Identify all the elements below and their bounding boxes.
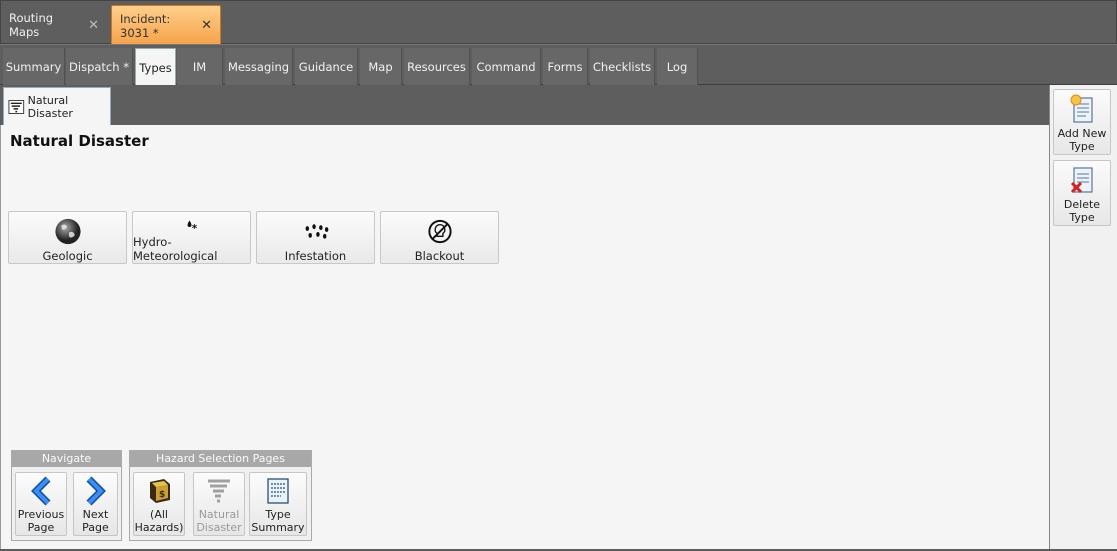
type-button-label: Hydro-Meteorological (133, 235, 218, 263)
delete-type-label-2: Type (1069, 211, 1095, 224)
navigate-group: Navigate Previous Page Next Page (11, 450, 122, 541)
close-icon[interactable]: ✕ (88, 18, 99, 33)
all-hazards-button[interactable]: $ (All Hazards) (133, 472, 185, 536)
tab-messaging[interactable]: Messaging (225, 48, 293, 86)
doc-tab-incident[interactable]: Incident: 3031 * ✕ (111, 5, 221, 45)
natural-disaster-label-1: Natural (198, 508, 240, 521)
hazard-selection-header: Hazard Selection Pages (130, 451, 311, 467)
sub-tab-natural-disaster[interactable]: Natural Disaster (3, 87, 111, 125)
tab-map[interactable]: Map (360, 48, 402, 86)
summary-document-icon (267, 478, 289, 504)
tab-summary[interactable]: Summary (3, 48, 65, 86)
doc-tab-routing-maps[interactable]: Routing Maps ✕ (1, 5, 107, 45)
add-new-type-button[interactable]: Add New Type (1053, 89, 1111, 155)
close-icon[interactable]: ✕ (201, 18, 212, 33)
doc-tab-label: Routing Maps (9, 11, 54, 39)
type-button-label: Geologic (42, 249, 93, 263)
type-button-geologic[interactable]: Geologic (8, 211, 127, 264)
tab-resources[interactable]: Resources (404, 48, 470, 86)
drop-snow-icon (187, 220, 197, 229)
tab-dispatch[interactable]: Dispatch * (66, 48, 133, 86)
all-hazards-label-2: Hazards) (134, 521, 184, 534)
type-button-blackout[interactable]: Blackout (380, 211, 499, 264)
arrow-right-icon (86, 476, 106, 506)
main-content: Natural Disaster Geologic Hydro-Meteorol… (0, 125, 1049, 549)
type-summary-label-2: Summary (251, 521, 305, 534)
add-document-icon (1070, 94, 1093, 123)
type-button-label: Blackout (414, 249, 465, 263)
globe-icon (54, 218, 81, 245)
section-tab-bar: Summary Dispatch * Types IM Messaging Gu… (0, 44, 1117, 86)
next-page-button[interactable]: Next Page (73, 472, 118, 536)
sub-tab-label: Natural Disaster (27, 93, 73, 120)
doc-tab-label: Incident: 3031 * (120, 11, 171, 40)
insects-icon (305, 224, 328, 239)
tornado-icon (208, 479, 230, 503)
side-panel: Add New Type Delete Type (1049, 85, 1117, 549)
add-new-type-label-1: Add New (1057, 127, 1107, 140)
type-summary-button[interactable]: Type Summary (249, 472, 307, 536)
all-hazards-label-1: (All (150, 508, 168, 521)
tab-log[interactable]: Log (657, 48, 698, 86)
add-new-type-label-2: Type (1069, 140, 1095, 153)
tab-forms[interactable]: Forms (543, 48, 588, 86)
document-tab-bar: Routing Maps ✕ Incident: 3031 * ✕ (0, 0, 1117, 45)
delete-type-button[interactable]: Delete Type (1053, 160, 1111, 226)
svg-text:$: $ (159, 490, 165, 500)
delete-type-label-1: Delete (1063, 198, 1101, 211)
book-icon: $ (150, 479, 170, 503)
tab-command[interactable]: Command (472, 48, 541, 86)
previous-page-label-2: Page (27, 521, 55, 534)
type-summary-label-1: Type (265, 508, 291, 521)
natural-disaster-page-button: Natural Disaster (193, 472, 245, 536)
natural-disaster-label-2: Disaster (196, 521, 242, 534)
type-button-hydro-meteorological[interactable]: Hydro-Meteorological (132, 211, 251, 264)
tornado-icon (8, 99, 25, 114)
previous-page-label-1: Previous (17, 508, 65, 521)
sub-tab-strip: Natural Disaster (0, 85, 1049, 125)
tab-checklists[interactable]: Checklists (590, 48, 655, 86)
type-button-infestation[interactable]: Infestation (256, 211, 375, 264)
next-page-label-2: Page (82, 521, 109, 534)
arrow-left-icon (31, 476, 51, 506)
delete-document-icon (1070, 167, 1093, 194)
tab-im[interactable]: IM (177, 48, 223, 86)
previous-page-button[interactable]: Previous Page (15, 472, 67, 536)
tab-guidance[interactable]: Guidance (295, 48, 358, 86)
next-page-label-1: Next (82, 508, 109, 521)
no-bulb-icon (427, 219, 452, 244)
navigate-header: Navigate (12, 451, 121, 467)
type-button-label: Infestation (284, 249, 347, 263)
tab-types[interactable]: Types (135, 48, 176, 86)
hazard-selection-group: Hazard Selection Pages $ (All Hazards) N… (129, 450, 312, 541)
page-title: Natural Disaster (10, 132, 149, 150)
